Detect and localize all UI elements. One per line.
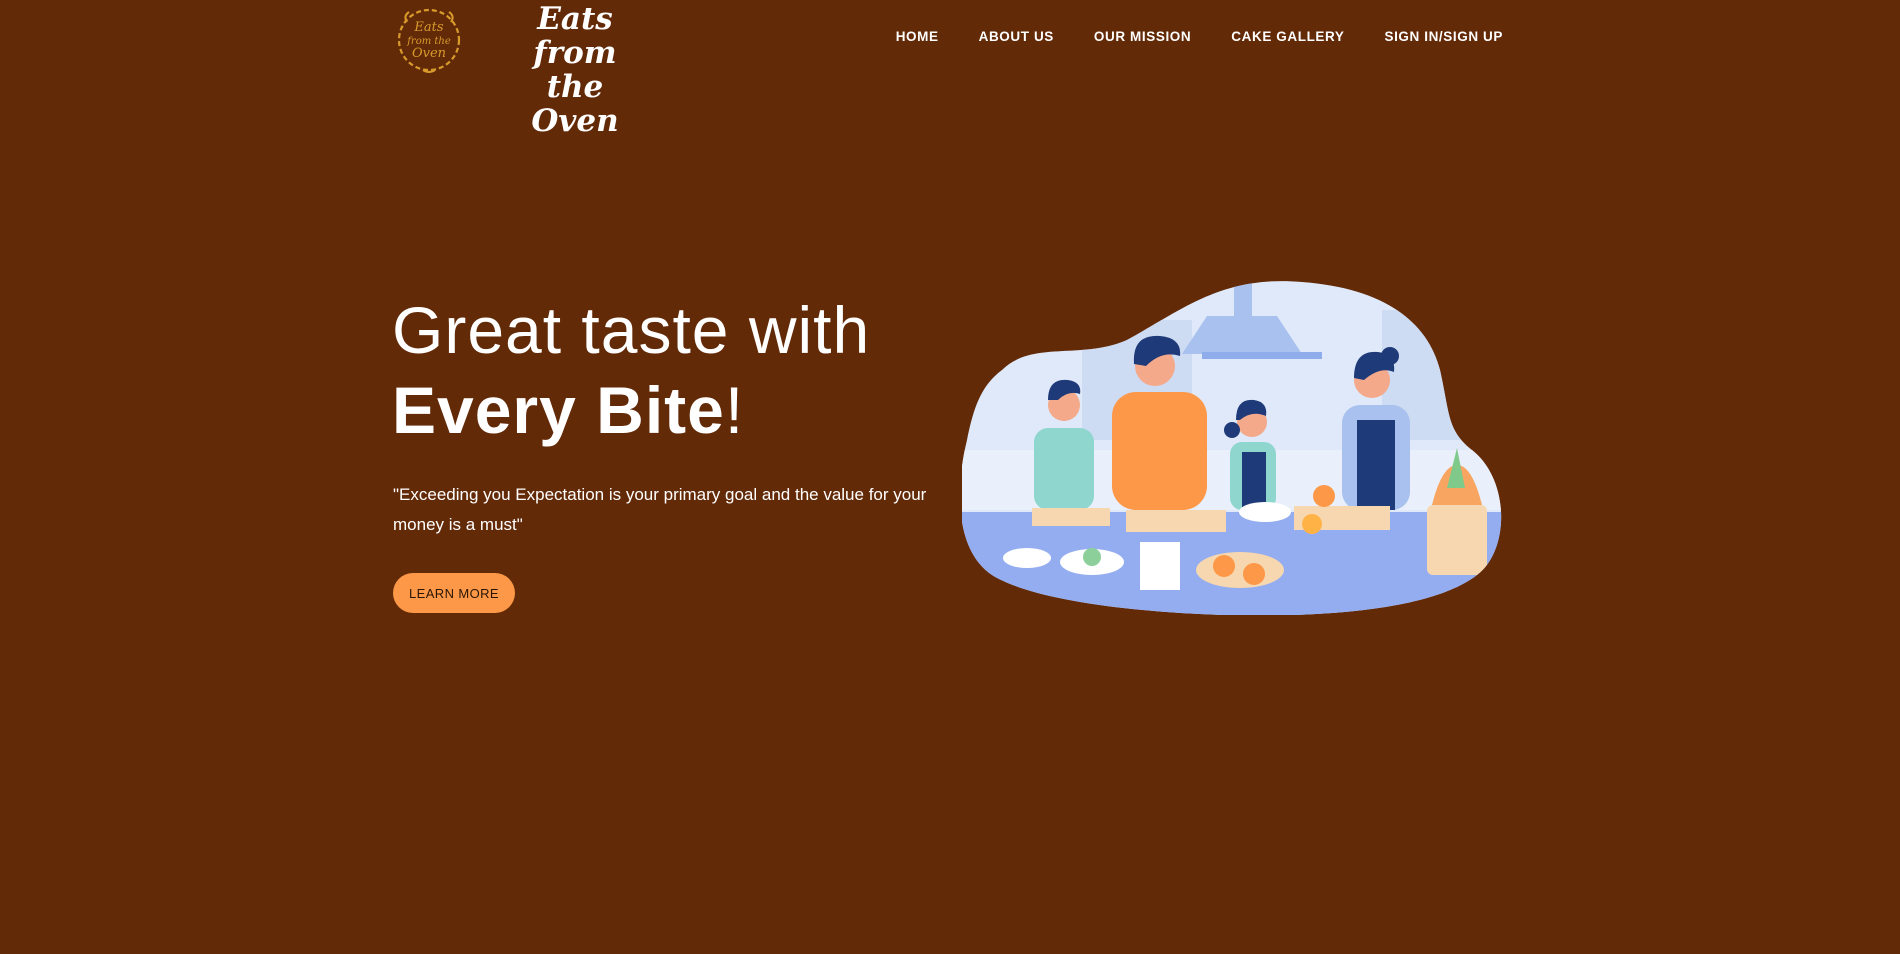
family-cooking-illustration (962, 281, 1502, 615)
site-header: Eats from the Oven Eats from the Oven HO… (0, 0, 1900, 138)
hero-title-suffix: ! (724, 373, 745, 447)
logo-emblem-line3: Oven (412, 46, 446, 61)
logo-wordmark-line2: the Oven (531, 69, 619, 139)
hero-title-line1: Great taste with (392, 293, 871, 367)
logo-wordmark-line1: Eats from (533, 1, 617, 71)
hero-quote: "Exceeding you Expectation is your prima… (393, 485, 927, 534)
hero-title-bold: Every Bite (392, 373, 725, 447)
logo-emblem[interactable]: Eats from the Oven (393, 4, 465, 74)
main-nav: HOME ABOUT US OUR MISSION CAKE GALLERY S… (896, 29, 1503, 44)
hero-title: Great taste with Every Bite! (392, 290, 870, 450)
nav-sign-in-sign-up[interactable]: SIGN IN/SIGN UP (1384, 29, 1503, 44)
nav-about-us[interactable]: ABOUT US (979, 29, 1054, 44)
logo-wordmark[interactable]: Eats from the Oven (500, 1, 650, 138)
nav-cake-gallery[interactable]: CAKE GALLERY (1231, 29, 1344, 44)
nav-our-mission[interactable]: OUR MISSION (1094, 29, 1191, 44)
learn-more-button[interactable]: LEARN MORE (393, 573, 515, 613)
logo-emblem-line1: Eats (413, 20, 443, 35)
hero-title-line2: Every Bite! (392, 370, 870, 450)
nav-home[interactable]: HOME (896, 29, 939, 44)
